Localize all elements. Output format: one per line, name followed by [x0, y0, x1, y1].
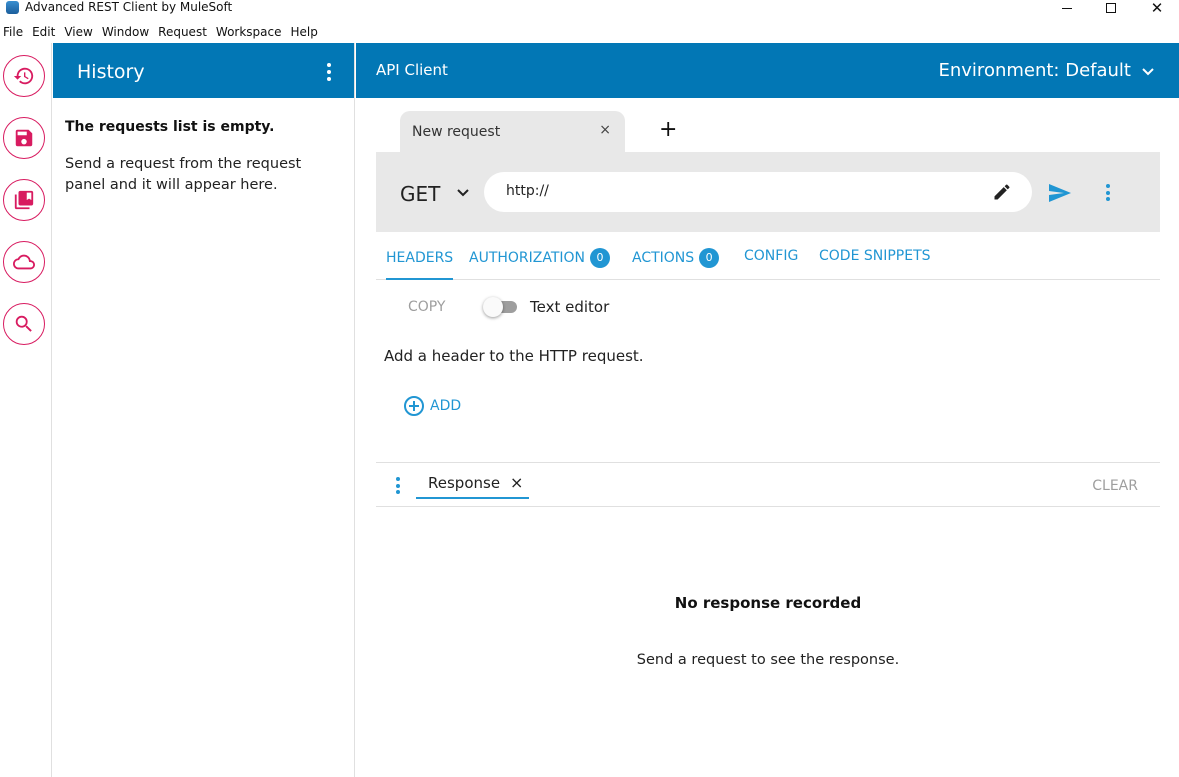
tab-headers[interactable]: HEADERS: [386, 248, 454, 280]
toggle-knob: [483, 297, 503, 317]
minimize-icon: [1062, 7, 1072, 9]
request-tab-label: New request: [412, 124, 501, 140]
history-empty-title: The requests list is empty.: [65, 119, 275, 135]
text-editor-label: Text editor: [530, 298, 610, 316]
tab-code-snippets[interactable]: CODE SNIPPETS: [819, 248, 931, 264]
history-header: History: [53, 43, 354, 98]
environment-selector[interactable]: Environment: Default: [939, 60, 1156, 81]
api-client-header: API Client Environment: Default: [356, 43, 1179, 98]
window-titlebar: Advanced REST Client by MuleSoft ✕: [0, 0, 1179, 22]
headers-empty-hint: Add a header to the HTTP request.: [384, 347, 644, 365]
tab-authorization[interactable]: AUTHORIZATION 0: [469, 248, 611, 268]
text-editor-toggle[interactable]: [483, 297, 519, 317]
clear-response-button[interactable]: CLEAR: [1092, 478, 1138, 494]
no-response-text: Send a request to see the response.: [636, 652, 900, 668]
api-client-panel: API Client Environment: Default New requ…: [356, 43, 1179, 777]
response-toolbar: Response × CLEAR: [376, 463, 1160, 507]
maximize-button[interactable]: [1088, 0, 1134, 16]
history-panel: History The requests list is empty. Send…: [53, 43, 355, 777]
chevron-down-icon[interactable]: [456, 185, 470, 199]
response-tab-label: Response: [428, 474, 501, 492]
minimize-button[interactable]: [1044, 0, 1090, 16]
no-response-title: No response recorded: [674, 594, 862, 612]
menu-workspace[interactable]: Workspace: [213, 23, 287, 42]
add-tab-button[interactable]: +: [659, 119, 677, 141]
request-tab-close-icon[interactable]: ×: [599, 122, 611, 138]
history-empty-text: Send a request from the request panel an…: [65, 156, 302, 193]
projects-button[interactable]: [3, 179, 45, 221]
request-section-tabs: HEADERS AUTHORIZATION 0 ACTIONS 0 CONFIG…: [376, 242, 1160, 280]
menu-bar: File Edit View Window Request Workspace …: [0, 23, 324, 42]
cloud-icon: [13, 254, 35, 270]
environment-label: Environment: Default: [938, 60, 1132, 81]
close-icon: ✕: [1150, 0, 1164, 17]
search-button[interactable]: [3, 303, 45, 345]
send-request-button[interactable]: [1048, 182, 1072, 204]
history-title: History: [77, 61, 145, 83]
response-tab-close-icon[interactable]: ×: [510, 473, 523, 492]
drive-button[interactable]: [3, 241, 45, 283]
menu-file[interactable]: File: [0, 23, 28, 42]
api-client-title: API Client: [376, 61, 448, 79]
actions-count-badge: 0: [699, 248, 720, 268]
request-more-button[interactable]: [1105, 184, 1111, 201]
menu-edit[interactable]: Edit: [29, 23, 60, 42]
more-vert-icon: [1106, 184, 1110, 188]
more-vert-icon: [396, 477, 400, 481]
url-input[interactable]: http://: [484, 172, 1032, 212]
tab-config[interactable]: CONFIG: [744, 248, 798, 264]
tab-actions[interactable]: ACTIONS 0: [632, 248, 720, 268]
add-header-button[interactable]: ADD: [403, 395, 461, 417]
maximize-icon: [1106, 3, 1116, 13]
response-more-button[interactable]: [395, 477, 401, 494]
search-icon: [15, 315, 32, 332]
http-method-selector[interactable]: GET: [400, 182, 440, 206]
tab-headers-label: HEADERS: [386, 250, 454, 266]
response-tab[interactable]: Response ×: [416, 471, 529, 499]
navigation-rail: [0, 43, 52, 777]
send-icon: [1049, 184, 1071, 202]
history-icon: [13, 67, 34, 85]
copy-headers-button[interactable]: COPY: [408, 299, 445, 315]
tab-code-snippets-label: CODE SNIPPETS: [819, 248, 931, 264]
url-bar: GET http://: [376, 152, 1160, 232]
menu-window[interactable]: Window: [99, 23, 154, 42]
history-more-button[interactable]: [326, 63, 332, 81]
more-vert-icon: [327, 63, 331, 67]
tab-authorization-label: AUTHORIZATION: [469, 250, 586, 266]
history-button[interactable]: [3, 55, 45, 97]
menu-request[interactable]: Request: [155, 23, 212, 42]
menu-view[interactable]: View: [61, 23, 97, 42]
request-tab[interactable]: New request ×: [400, 111, 625, 153]
add-header-label: ADD: [430, 398, 462, 414]
tab-actions-label: ACTIONS: [632, 250, 695, 266]
app-logo-icon: [6, 1, 19, 14]
save-icon: [15, 129, 33, 147]
edit-url-icon[interactable]: [992, 182, 1012, 202]
chevron-down-icon: [1141, 64, 1155, 78]
saved-button[interactable]: [3, 117, 45, 159]
close-window-button[interactable]: ✕: [1134, 0, 1179, 16]
menu-help[interactable]: Help: [288, 23, 323, 42]
authorization-count-badge: 0: [590, 248, 611, 268]
saved-requests-icon: [14, 190, 34, 210]
url-value: http://: [506, 183, 549, 199]
tab-config-label: CONFIG: [744, 248, 799, 264]
window-title: Advanced REST Client by MuleSoft: [25, 0, 233, 14]
add-circle-icon: [403, 395, 425, 417]
